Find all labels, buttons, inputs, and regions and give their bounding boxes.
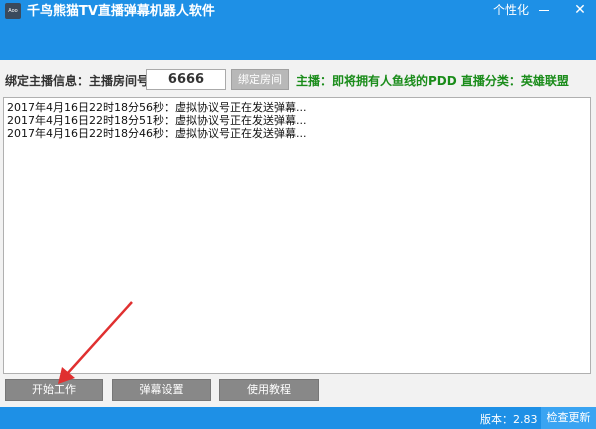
minimize-icon bbox=[539, 10, 549, 11]
bind-room-button[interactable]: 绑定房间 bbox=[231, 69, 289, 90]
version-label: 版本：2.83 bbox=[480, 413, 538, 426]
tutorial-button[interactable]: 使用教程 bbox=[219, 379, 319, 401]
bind-info-label: 绑定主播信息：主播房间号 bbox=[5, 74, 150, 88]
close-button[interactable]: ✕ bbox=[571, 1, 589, 19]
start-work-button[interactable]: 开始工作 bbox=[5, 379, 103, 401]
status-bar: 版本：2.83 检查更新 bbox=[0, 407, 596, 429]
log-line: 2017年4月16日22时18分56秒：虚拟协议号正在发送弹幕... bbox=[7, 101, 307, 114]
danmu-settings-button[interactable]: 弹幕设置 bbox=[112, 379, 211, 401]
bind-room-row: 绑定主播信息：主播房间号 绑定房间 主播：即将拥有人鱼线的PDD 直播分类：英雄… bbox=[0, 60, 596, 96]
app-title: 千鸟熊猫TV直播弹幕机器人软件 bbox=[27, 4, 215, 19]
log-output[interactable]: 2017年4月16日22时18分56秒：虚拟协议号正在发送弹幕... 2017年… bbox=[3, 97, 591, 374]
app-logo-icon: Aoo bbox=[5, 3, 21, 19]
log-line: 2017年4月16日22时18分46秒：虚拟协议号正在发送弹幕... bbox=[7, 127, 307, 140]
anchor-info-text: 主播：即将拥有人鱼线的PDD 直播分类：英雄联盟 bbox=[296, 74, 569, 88]
minimize-button[interactable] bbox=[535, 1, 553, 19]
personalize-button[interactable]: 个性化 bbox=[493, 2, 529, 18]
log-line: 2017年4月16日22时18分51秒：虚拟协议号正在发送弹幕... bbox=[7, 114, 307, 127]
title-bar: Aoo 千鸟熊猫TV直播弹幕机器人软件 个性化 ✕ bbox=[0, 0, 596, 60]
check-update-button[interactable]: 检查更新 bbox=[541, 407, 596, 429]
close-icon: ✕ bbox=[574, 2, 586, 18]
room-number-input[interactable] bbox=[146, 69, 226, 90]
